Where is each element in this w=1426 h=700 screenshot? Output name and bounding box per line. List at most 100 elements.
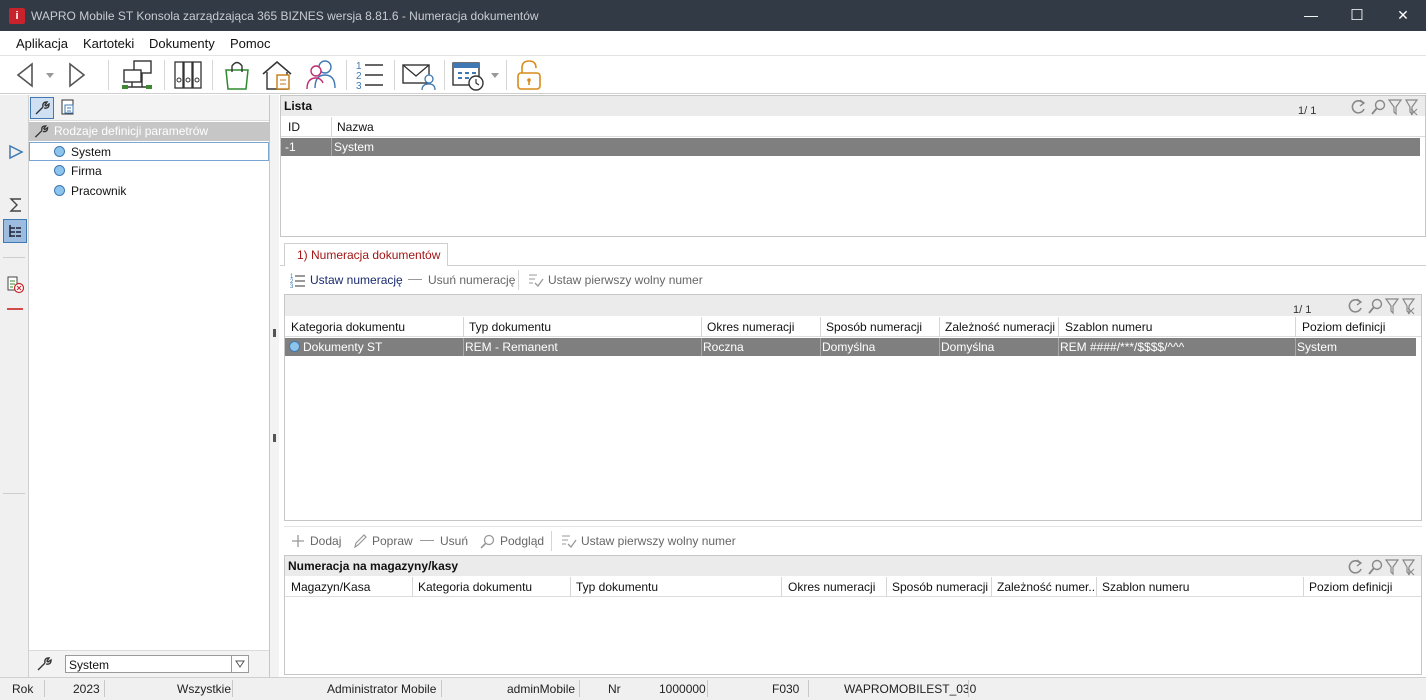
tree-item-label: System (71, 145, 112, 159)
checklist-cancel-icon[interactable] (7, 276, 25, 294)
column-header-sposob[interactable]: Sposób numeracji (826, 320, 938, 334)
sigma-icon[interactable] (8, 197, 24, 213)
forward-arrow-icon[interactable] (64, 58, 90, 92)
column-header-kategoria[interactable]: Kategoria dokumentu (418, 580, 568, 594)
window-title: WAPRO Mobile ST Konsola zarządzająca 365… (31, 9, 539, 23)
column-header-sposob[interactable]: Sposób numeracji (892, 580, 990, 594)
menu-kartoteki[interactable]: Kartoteki (83, 36, 134, 51)
edit-button[interactable]: Popraw (350, 531, 413, 551)
remove-numbering-button[interactable]: Usuń numerację (406, 270, 516, 290)
circle-icon (289, 341, 300, 352)
pencil-icon (354, 534, 367, 549)
definition-level-select[interactable]: System (65, 655, 249, 673)
numbered-list-icon[interactable]: 1 2 3 (354, 58, 386, 92)
status-nr: 1000000 (659, 682, 706, 696)
wrench-icon (37, 657, 52, 671)
list-check-icon (529, 274, 544, 288)
circle-icon (54, 165, 65, 176)
menu-dokumenty[interactable]: Dokumenty (149, 36, 215, 51)
cell-sposob: Domyślna (822, 340, 876, 354)
column-header-typ[interactable]: Typ dokumentu (469, 320, 699, 334)
menu-bar: Aplikacja Kartoteki Dokumenty Pomoc (0, 31, 1426, 56)
column-header-okres[interactable]: Okres numeracji (788, 580, 886, 594)
add-button[interactable]: Dodaj (288, 531, 344, 551)
tree-item-pracownik[interactable]: Pracownik (54, 182, 126, 201)
status-db: WAPROMOBILEST_030 (844, 682, 977, 696)
preview-button[interactable]: Podgląd (478, 531, 548, 551)
wrench-icon (35, 101, 50, 115)
tree-view-button[interactable] (3, 219, 27, 243)
dropdown-arrow-icon[interactable] (44, 58, 56, 92)
left-tabs (29, 95, 269, 121)
column-header-zaleznosc[interactable]: Zależność numeracji (945, 320, 1057, 334)
panel-splitter[interactable] (270, 95, 279, 677)
set-first-free-number-label: Ustaw pierwszy wolny numer (548, 273, 703, 287)
column-header-okres[interactable]: Okres numeracji (707, 320, 819, 334)
dropdown-arrow-icon[interactable] (489, 58, 501, 92)
status-rok[interactable]: 2023 (73, 682, 100, 696)
cell-szablon: REM ####/***/$$$$/^^^ (1060, 340, 1185, 354)
lista-page-indicator: 1/ 1 (1298, 105, 1317, 117)
play-arrow-icon[interactable] (8, 144, 24, 160)
numbered-list-icon: 123 (290, 274, 305, 288)
users-icon[interactable] (304, 58, 340, 92)
tab-numeracja-dokumentow[interactable]: 1) Numeracja dokumentów (284, 243, 448, 267)
close-button[interactable]: ✕ (1380, 0, 1426, 31)
table-row[interactable]: Dokumenty ST REM - Remanent Roczna Domyś… (285, 338, 1416, 356)
set-first-free-number-button[interactable]: Ustaw pierwszy wolny numer (526, 270, 703, 290)
svg-text:3: 3 (290, 284, 294, 288)
list-check-icon (562, 535, 577, 549)
status-user: adminMobile (507, 682, 576, 696)
set-first-free-number-label: Ustaw pierwszy wolny numer (581, 534, 736, 548)
house-calculator-icon[interactable] (260, 58, 296, 92)
shopping-bag-icon[interactable] (221, 58, 253, 92)
column-header-poziom[interactable]: Poziom definicji (1309, 580, 1417, 594)
menu-pomoc[interactable]: Pomoc (230, 36, 270, 51)
set-numbering-button[interactable]: 123 Ustaw numerację (288, 270, 403, 290)
preview-label: Podgląd (500, 534, 545, 548)
circle-icon (54, 185, 65, 196)
calendar-clock-icon[interactable] (451, 58, 487, 92)
padlock-icon[interactable] (514, 58, 544, 92)
mail-user-icon[interactable] (401, 58, 437, 92)
set-first-free-number-button[interactable]: Ustaw pierwszy wolny numer (559, 531, 736, 551)
tree-root[interactable]: Rodzaje definicji parametrów (29, 122, 269, 141)
magazyny-column-header: Magazyn/Kasa Kategoria dokumentu Typ dok… (285, 577, 1421, 597)
select-arrow-button[interactable] (231, 656, 248, 672)
column-header-kategoria[interactable]: Kategoria dokumentu (291, 320, 461, 334)
table-row[interactable]: -1 System (281, 138, 1420, 156)
tab-label: 1) Numeracja dokumentów (297, 248, 441, 262)
column-header-szablon[interactable]: Szablon numeru (1065, 320, 1295, 334)
column-header-nazwa[interactable]: Nazwa (337, 120, 374, 134)
minimize-button[interactable]: — (1288, 0, 1334, 31)
select-value: System (69, 658, 110, 672)
tree-item-firma[interactable]: Firma (54, 162, 102, 181)
column-header-zaleznosc[interactable]: Zależność numer... (997, 580, 1095, 594)
status-rok-label: Rok (12, 682, 34, 696)
minus-icon[interactable] (7, 308, 23, 310)
column-header-poziom[interactable]: Poziom definicji (1302, 320, 1417, 334)
status-code: F030 (772, 682, 800, 696)
wrench-icon (34, 125, 49, 138)
tab-calculator[interactable] (57, 97, 81, 119)
minus-icon (420, 540, 434, 541)
network-computers-icon[interactable] (120, 58, 156, 92)
menu-aplikacja[interactable]: Aplikacja (16, 36, 68, 51)
magazyny-grid: Numeracja na magazyny/kasy Magazyn/Kasa … (284, 555, 1422, 675)
column-header-magazyn[interactable]: Magazyn/Kasa (291, 580, 409, 594)
column-header-id[interactable]: ID (288, 120, 300, 134)
tab-wrench[interactable] (30, 97, 54, 119)
tree-item-system[interactable]: System (29, 142, 269, 161)
column-header-szablon[interactable]: Szablon numeru (1102, 580, 1302, 594)
status-user-full: Administrator Mobile (327, 682, 437, 696)
magnifier-icon (480, 534, 495, 549)
status-filter[interactable]: Wszystkie (177, 682, 231, 696)
back-arrow-icon[interactable] (12, 58, 38, 92)
maximize-button[interactable]: ☐ (1334, 0, 1380, 31)
column-header-typ[interactable]: Typ dokumentu (576, 580, 776, 594)
delete-button[interactable]: Usuń (418, 531, 474, 551)
main-toolbar: 1 2 3 (0, 56, 1426, 94)
binders-icon[interactable] (172, 58, 204, 92)
left-footer: System (29, 650, 269, 677)
remove-numbering-label: Usuń numerację (428, 273, 516, 287)
